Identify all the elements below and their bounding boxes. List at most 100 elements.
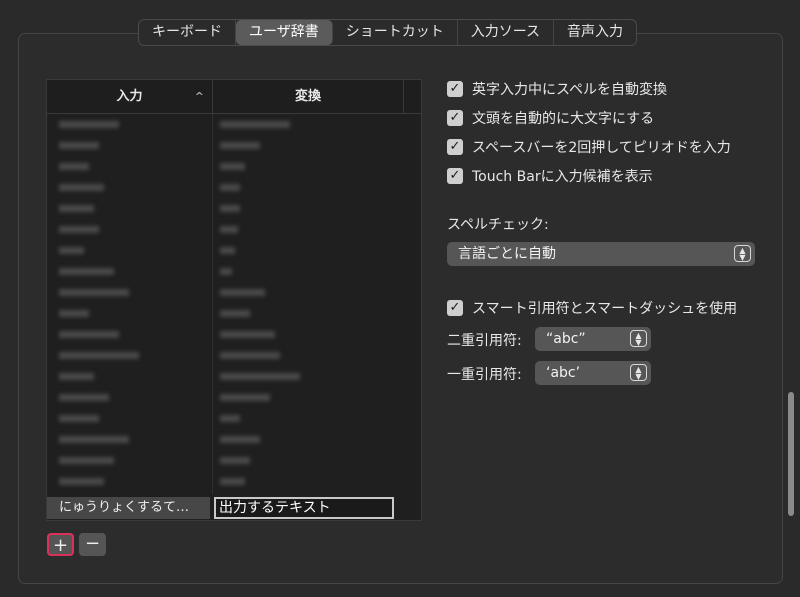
double-quote-select[interactable]: “abc” ▲ ▼ [535, 327, 651, 351]
column-header-input-label: 入力 [116, 89, 143, 104]
blurred-cell [47, 198, 212, 219]
blurred-cell [212, 429, 392, 450]
blurred-cell [212, 324, 392, 345]
reading-cell[interactable]: にゅうりょくするて… [47, 497, 210, 519]
spellcheck-value: 言語ごとに自動 [458, 246, 556, 262]
blurred-cell [212, 408, 392, 429]
blurred-cell [212, 345, 392, 366]
table-header: 入力 ^ 変換 [47, 80, 421, 114]
tab-shortcuts[interactable]: ショートカット [333, 20, 458, 45]
smart-quotes-option[interactable]: ✓ スマート引用符とスマートダッシュを使用 [447, 298, 737, 318]
blurred-cell [212, 282, 392, 303]
table-row[interactable] [47, 387, 407, 408]
table-row[interactable] [47, 303, 407, 324]
scrollbar-thumb[interactable] [788, 392, 794, 516]
smart-quotes-label: スマート引用符とスマートダッシュを使用 [472, 301, 738, 317]
up-down-chevron-icon: ▲ ▼ [734, 245, 751, 262]
up-down-chevron-icon: ▲ ▼ [630, 364, 647, 381]
tab-keyboard[interactable]: キーボード [139, 20, 236, 45]
table-row[interactable] [47, 261, 407, 282]
checkbox-checked-icon[interactable]: ✓ [447, 139, 463, 155]
checkbox-checked-icon[interactable]: ✓ [447, 168, 463, 184]
table-row[interactable] [47, 198, 407, 219]
blurred-cell [47, 366, 212, 387]
auto-capitalize-label: 文頭を自動的に大文字にする [472, 111, 655, 127]
tab-dictation[interactable]: 音声入力 [554, 20, 636, 45]
table-row[interactable] [47, 450, 407, 471]
blurred-cell [212, 177, 392, 198]
tab-input-sources[interactable]: 入力ソース [458, 20, 555, 45]
checkbox-checked-icon[interactable]: ✓ [447, 81, 463, 97]
output-field[interactable]: 出力するテキスト [214, 497, 394, 519]
table-row[interactable] [47, 429, 407, 450]
table-row[interactable] [47, 240, 407, 261]
blurred-cell [212, 219, 392, 240]
blurred-cell [47, 471, 212, 492]
blurred-cell [47, 135, 212, 156]
table-row[interactable] [47, 177, 407, 198]
scrollbar-track[interactable] [408, 114, 416, 516]
blurred-cell [212, 156, 392, 177]
table-row[interactable] [47, 471, 407, 492]
blurred-cell [47, 177, 212, 198]
single-quote-value: ‘abc’ [546, 365, 581, 381]
touch-bar-option[interactable]: ✓ Touch Barに入力候補を表示 [447, 166, 653, 186]
blurred-cell [47, 345, 212, 366]
double-space-period-option[interactable]: ✓ スペースバーを2回押してピリオドを入力 [447, 137, 731, 157]
blurred-cell [212, 303, 392, 324]
checkbox-checked-icon[interactable]: ✓ [447, 110, 463, 126]
table-row[interactable] [47, 282, 407, 303]
table-row[interactable] [47, 345, 407, 366]
auto-correct-option[interactable]: ✓ 英字入力中にスペルを自動変換 [447, 79, 667, 99]
tab-bar: キーボード ユーザ辞書 ショートカット 入力ソース 音声入力 [138, 19, 638, 46]
column-header-input[interactable]: 入力 ^ [47, 80, 213, 113]
blurred-cell [212, 114, 392, 135]
table-row[interactable] [47, 156, 407, 177]
sort-ascending-icon: ^ [194, 90, 204, 103]
blurred-cell [47, 219, 212, 240]
blurred-cell [47, 429, 212, 450]
blurred-cell [47, 450, 212, 471]
blurred-cell [47, 156, 212, 177]
spellcheck-label: スペルチェック: [447, 217, 549, 233]
blurred-cell [212, 450, 392, 471]
blurred-cell [47, 387, 212, 408]
add-entry-button[interactable]: + [47, 533, 74, 556]
table-row[interactable] [47, 324, 407, 345]
blurred-cell [212, 366, 392, 387]
blurred-cell [47, 408, 212, 429]
single-quote-label: 一重引用符: [447, 367, 522, 383]
blurred-cell [47, 282, 212, 303]
tab-user-dictionary[interactable]: ユーザ辞書 [236, 20, 333, 45]
blurred-cell [212, 240, 392, 261]
blurred-cell [47, 324, 212, 345]
blurred-cell [47, 114, 212, 135]
blurred-entries [47, 114, 407, 494]
table-row[interactable] [47, 408, 407, 429]
remove-entry-button[interactable]: − [79, 533, 106, 556]
double-space-period-label: スペースバーを2回押してピリオドを入力 [472, 140, 731, 156]
table-row[interactable] [47, 366, 407, 387]
touch-bar-label: Touch Barに入力候補を表示 [472, 169, 653, 185]
dictionary-table[interactable]: 入力 ^ 変換 にゅうりょくするて… 出力するテキスト [46, 79, 422, 521]
spellcheck-select[interactable]: 言語ごとに自動 ▲ ▼ [447, 242, 755, 266]
auto-capitalize-option[interactable]: ✓ 文頭を自動的に大文字にする [447, 108, 654, 128]
blurred-cell [47, 240, 212, 261]
column-header-convert[interactable]: 変換 [213, 80, 404, 113]
double-quote-value: “abc” [546, 331, 586, 347]
checkbox-checked-icon[interactable]: ✓ [447, 300, 463, 316]
blurred-cell [47, 303, 212, 324]
blurred-cell [212, 198, 392, 219]
blurred-cell [47, 261, 212, 282]
table-row[interactable] [47, 135, 407, 156]
table-row[interactable] [47, 114, 407, 135]
blurred-cell [212, 471, 392, 492]
table-row[interactable] [47, 219, 407, 240]
table-row-editing[interactable]: にゅうりょくするて… 出力するテキスト [47, 497, 407, 519]
up-down-chevron-icon: ▲ ▼ [630, 330, 647, 347]
blurred-cell [212, 261, 392, 282]
blurred-cell [212, 387, 392, 408]
auto-correct-label: 英字入力中にスペルを自動変換 [472, 82, 668, 98]
single-quote-select[interactable]: ‘abc’ ▲ ▼ [535, 361, 651, 385]
double-quote-label: 二重引用符: [447, 333, 522, 349]
